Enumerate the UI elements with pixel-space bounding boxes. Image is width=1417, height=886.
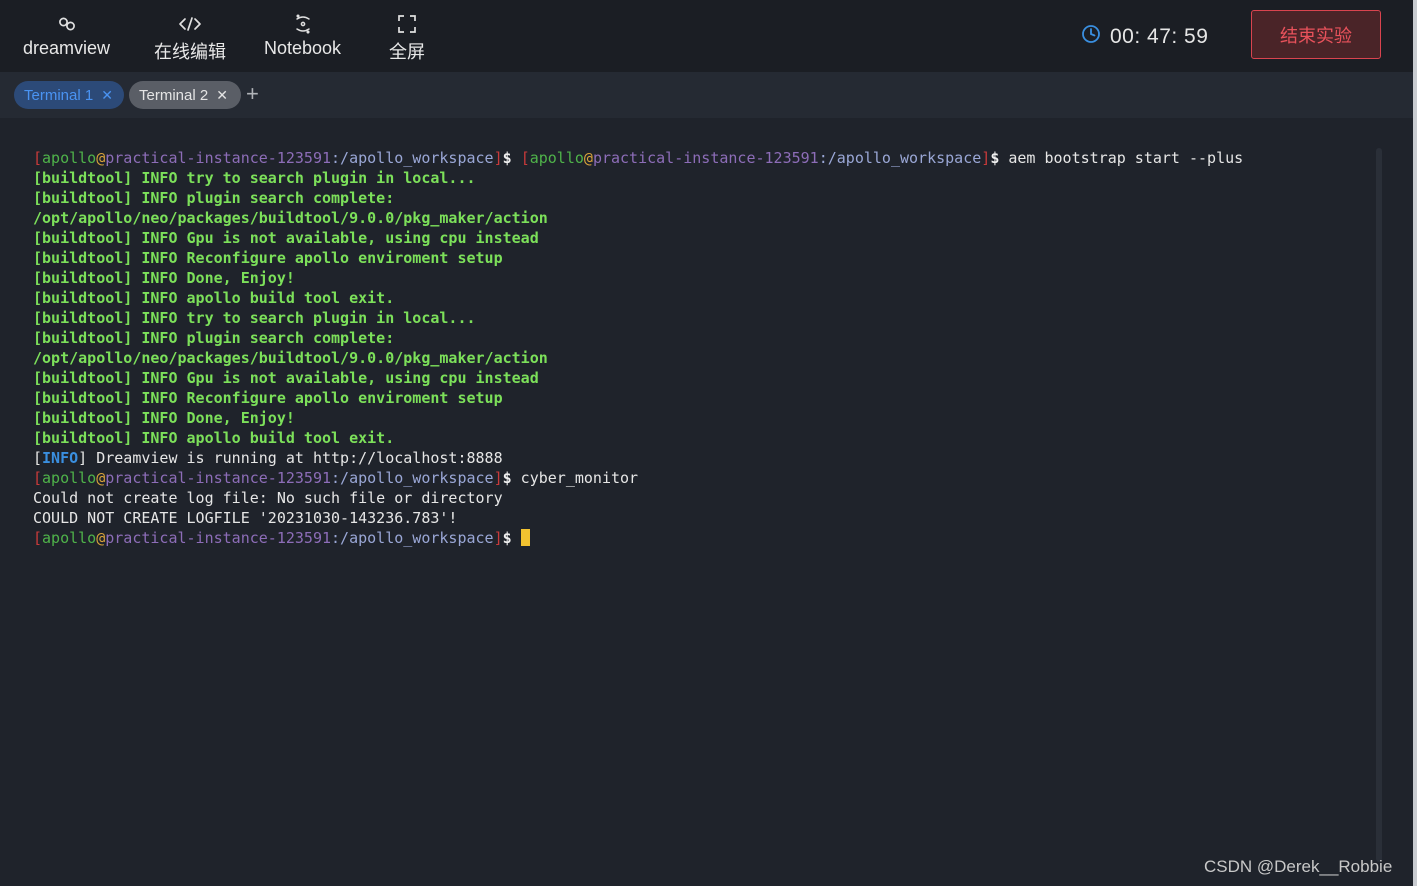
prompt-at: @: [96, 149, 106, 167]
add-tab-icon[interactable]: +: [246, 80, 259, 108]
terminal-cursor: [520, 529, 530, 546]
prompt-dollar: $: [502, 149, 512, 167]
code-icon: [178, 14, 202, 34]
tab-label: Terminal 2: [139, 86, 209, 104]
terminal-line: [buildtool] INFO Reconfigure apollo envi…: [33, 389, 503, 407]
notebook-label: Notebook: [264, 38, 342, 58]
prompt-bracket: ]: [493, 529, 503, 547]
terminal-line: Could not create log file: No such file …: [33, 489, 503, 507]
prompt-path: :/apollo_workspace: [331, 469, 494, 487]
prompt-user: apollo: [42, 529, 97, 547]
fullscreen-label: 全屏: [389, 42, 425, 62]
prompt-user: apollo: [529, 149, 584, 167]
prompt-at: @: [583, 149, 593, 167]
notebook-button[interactable]: Notebook: [264, 14, 341, 59]
prompt-user: apollo: [42, 149, 97, 167]
dreamview-button[interactable]: dreamview: [23, 14, 110, 59]
fullscreen-icon: [398, 14, 416, 34]
prompt-at: @: [96, 529, 106, 547]
prompt-bracket: [: [520, 149, 530, 167]
terminal-line: /opt/apollo/neo/packages/buildtool/9.0.0…: [33, 349, 548, 367]
tab-label: Terminal 1: [24, 86, 94, 104]
prompt-host: practical-instance-123591: [105, 149, 332, 167]
terminal-line: [buildtool] INFO try to search plugin in…: [33, 169, 476, 187]
terminal-scrollbar[interactable]: [1376, 148, 1382, 862]
terminal-line: [buildtool] INFO plugin search complete:: [33, 189, 395, 207]
terminal-line: [buildtool] INFO apollo build tool exit.: [33, 429, 395, 447]
terminal-line: [buildtool] INFO Gpu is not available, u…: [33, 369, 539, 387]
prompt-user: apollo: [42, 469, 97, 487]
prompt-host: practical-instance-123591: [592, 149, 819, 167]
link-icon: [57, 14, 77, 34]
tab-terminal-2[interactable]: Terminal 2 ✕: [129, 81, 241, 109]
prompt-bracket: ]: [981, 149, 991, 167]
close-icon[interactable]: ✕: [101, 87, 113, 104]
terminal-line: [buildtool] INFO apollo build tool exit.: [33, 289, 395, 307]
clock-icon: [1081, 24, 1101, 50]
terminal-line: [buildtool] INFO Done, Enjoy!: [33, 269, 295, 287]
session-timer: 00: 47: 59: [1081, 24, 1208, 50]
fullscreen-button[interactable]: 全屏: [389, 14, 425, 64]
info-tag: INFO: [42, 449, 79, 467]
prompt-path: :/apollo_workspace: [818, 149, 982, 167]
prompt-dollar: $: [502, 469, 512, 487]
terminal-line: [buildtool] INFO try to search plugin in…: [33, 309, 476, 327]
prompt-bracket: ]: [493, 469, 503, 487]
top-toolbar: dreamview 在线编辑 Notebook 全屏 00: 47: 59 结束…: [0, 0, 1413, 72]
prompt-bracket: [: [33, 469, 43, 487]
terminal-output: [apollo@practical-instance-123591:/apoll…: [33, 148, 1243, 548]
prompt-bracket: ]: [493, 149, 503, 167]
command-text: cyber_monitor: [511, 469, 639, 487]
tab-terminal-1[interactable]: Terminal 1 ✕: [14, 81, 124, 109]
terminal-line: [apollo@practical-instance-123591:/apoll…: [33, 468, 1243, 488]
prompt-dollar: $: [502, 529, 512, 547]
terminal-line: [buildtool] INFO Done, Enjoy!: [33, 409, 295, 427]
terminal-line: [apollo@practical-instance-123591:/apoll…: [33, 528, 1243, 548]
terminal-line: [buildtool] INFO plugin search complete:: [33, 329, 395, 347]
prompt-bracket: [: [33, 529, 43, 547]
prompt-bracket: [: [33, 149, 43, 167]
terminal-line: /opt/apollo/neo/packages/buildtool/9.0.0…: [33, 209, 548, 227]
prompt-at: @: [96, 469, 106, 487]
info-text: ] Dreamview is running at http://localho…: [78, 449, 503, 467]
watermark: CSDN @Derek__Robbie: [1204, 857, 1393, 876]
terminal-line: [buildtool] INFO Reconfigure apollo envi…: [33, 249, 503, 267]
online-editor-label: 在线编辑: [154, 42, 226, 62]
terminal-tab-bar: Terminal 1 ✕ Terminal 2 ✕ +: [0, 72, 1413, 118]
terminal-line: [apollo@practical-instance-123591:/apoll…: [33, 148, 1243, 168]
prompt-path: :/apollo_workspace: [331, 529, 494, 547]
prompt-host: practical-instance-123591: [105, 469, 332, 487]
online-editor-button[interactable]: 在线编辑: [154, 14, 226, 64]
end-experiment-button[interactable]: 结束实验: [1251, 10, 1381, 59]
terminal-panel[interactable]: [apollo@practical-instance-123591:/apoll…: [0, 118, 1413, 886]
dreamview-label: dreamview: [23, 38, 111, 58]
terminal-line: [buildtool] INFO Gpu is not available, u…: [33, 229, 539, 247]
prompt-dollar: $: [990, 149, 1000, 167]
terminal-line: COULD NOT CREATE LOGFILE '20231030-14323…: [33, 509, 458, 527]
info-bracket: [: [33, 449, 43, 467]
prompt-path: :/apollo_workspace: [331, 149, 494, 167]
timer-value: 00: 47: 59: [1110, 25, 1209, 48]
notebook-icon: [294, 14, 312, 34]
window-edge: [1413, 0, 1417, 886]
terminal-line: [INFO] Dreamview is running at http://lo…: [33, 448, 1243, 468]
command-text: aem bootstrap start --plus: [999, 149, 1244, 167]
close-icon[interactable]: ✕: [216, 87, 228, 104]
prompt-host: practical-instance-123591: [105, 529, 332, 547]
